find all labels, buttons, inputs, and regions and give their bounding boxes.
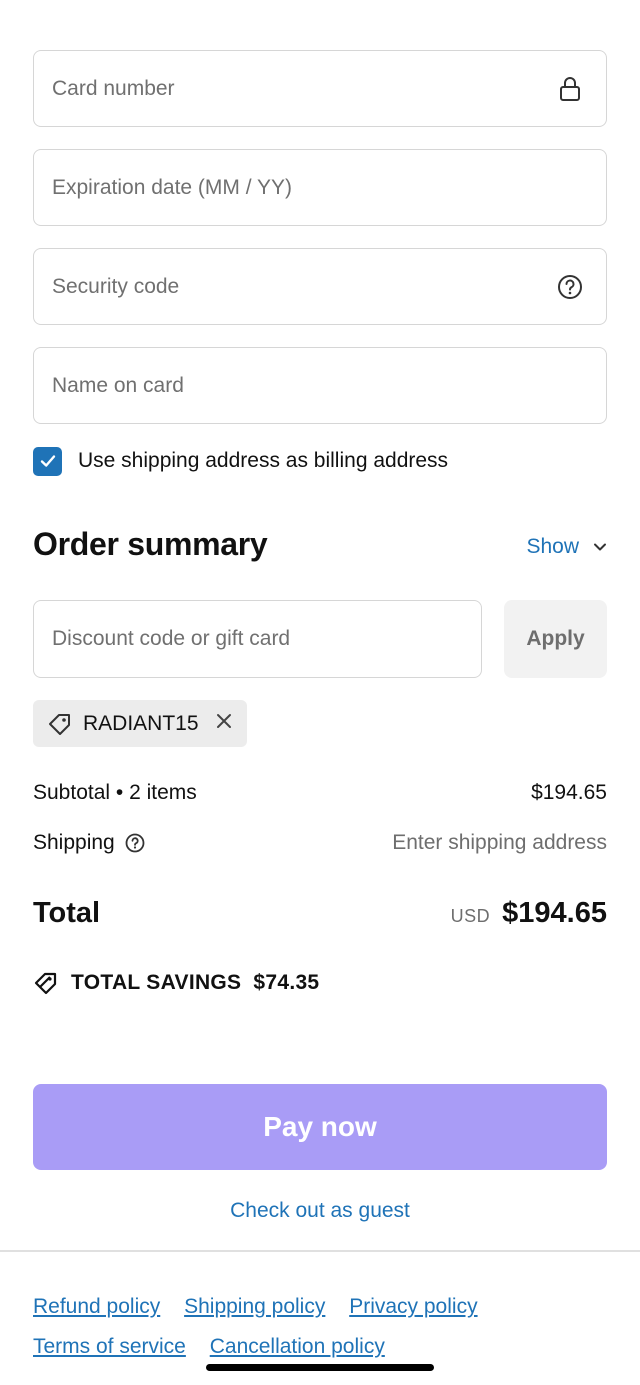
security-code-field[interactable]: Security code bbox=[33, 248, 607, 325]
privacy-policy-link[interactable]: Privacy policy bbox=[349, 1295, 477, 1318]
shipping-policy-link[interactable]: Shipping policy bbox=[184, 1295, 325, 1318]
subtotal-label: Subtotal • 2 items bbox=[33, 781, 197, 804]
billing-address-checkbox[interactable] bbox=[33, 446, 62, 476]
subtotal-value: $194.65 bbox=[531, 781, 607, 804]
total-savings: TOTAL SAVINGS $74.35 bbox=[33, 970, 319, 996]
order-summary-toggle[interactable]: Show bbox=[526, 535, 607, 559]
refund-policy-link[interactable]: Refund policy bbox=[33, 1295, 160, 1318]
home-indicator bbox=[206, 1364, 434, 1371]
total-savings-value: $74.35 bbox=[253, 971, 320, 994]
applied-discount-code: RADIANT15 bbox=[83, 711, 199, 735]
billing-address-label: Use shipping address as billing address bbox=[78, 449, 449, 472]
applied-discount-tag: RADIANT15 bbox=[33, 700, 247, 747]
card-number-placeholder: Card number bbox=[52, 76, 175, 100]
order-summary-toggle-label: Show bbox=[526, 535, 579, 558]
total-label: Total bbox=[33, 897, 101, 929]
name-on-card-field[interactable]: Name on card bbox=[33, 347, 607, 424]
chevron-down-icon bbox=[594, 543, 606, 551]
pay-now-button[interactable]: Pay now bbox=[33, 1084, 607, 1170]
discount-code-placeholder: Discount code or gift card bbox=[52, 627, 291, 650]
shipping-label: Shipping bbox=[33, 831, 115, 854]
apply-button[interactable]: Apply bbox=[504, 600, 607, 678]
subtotal-row: Subtotal • 2 items $194.65 bbox=[33, 781, 607, 805]
shipping-value: Enter shipping address bbox=[392, 831, 607, 854]
lock-icon bbox=[556, 75, 584, 103]
help-circle-icon[interactable] bbox=[556, 273, 584, 301]
order-summary-title: Order summary bbox=[33, 526, 268, 562]
cancellation-policy-link[interactable]: Cancellation policy bbox=[210, 1335, 385, 1358]
footer-divider bbox=[0, 1250, 640, 1252]
total-savings-label: TOTAL SAVINGS bbox=[71, 971, 242, 994]
billing-address-checkbox-row[interactable]: Use shipping address as billing address bbox=[33, 446, 448, 476]
security-code-placeholder: Security code bbox=[52, 274, 180, 298]
total-value: $194.65 bbox=[502, 897, 607, 929]
expiration-date-placeholder: Expiration date (MM / YY) bbox=[52, 175, 293, 199]
tag-icon bbox=[49, 713, 70, 735]
savings-tag-icon bbox=[34, 972, 57, 995]
expiration-date-field[interactable]: Expiration date (MM / YY) bbox=[33, 149, 607, 226]
checkout-as-guest-link[interactable]: Check out as guest bbox=[0, 1199, 640, 1223]
footer-links: Refund policy Shipping policy Privacy po… bbox=[33, 1287, 607, 1367]
shipping-row: Shipping Enter shipping address bbox=[33, 831, 607, 855]
shipping-help-icon[interactable] bbox=[124, 832, 146, 854]
remove-discount-icon[interactable] bbox=[215, 712, 233, 735]
checkmark-icon bbox=[40, 455, 55, 467]
total-row: Total USD $194.65 bbox=[33, 897, 607, 930]
currency-code: USD bbox=[450, 906, 491, 926]
card-number-field[interactable]: Card number bbox=[33, 50, 607, 127]
name-on-card-placeholder: Name on card bbox=[52, 373, 184, 397]
terms-of-service-link[interactable]: Terms of service bbox=[33, 1335, 186, 1358]
discount-code-input[interactable]: Discount code or gift card bbox=[33, 600, 482, 678]
